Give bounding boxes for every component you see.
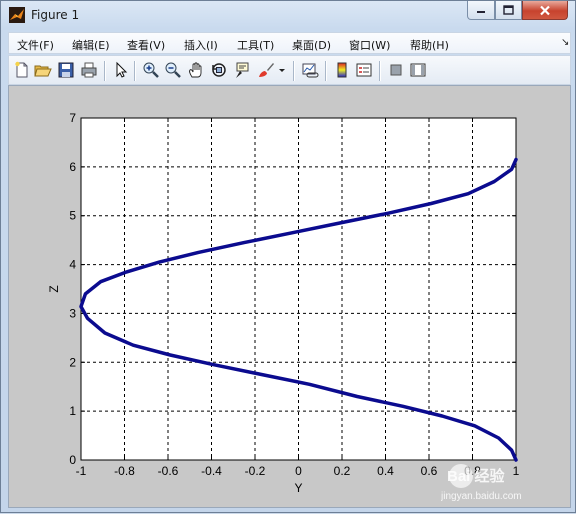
y-tick-label: 1 bbox=[69, 404, 76, 418]
x-tick-label: 0.4 bbox=[377, 464, 394, 478]
y-tick-label: 7 bbox=[69, 111, 76, 125]
baidu-watermark: Bai 经验 jingyan.baidu.com bbox=[441, 464, 522, 502]
x-tick-label: 0 bbox=[295, 464, 302, 478]
y-tick-labels: 0 1 2 3 4 5 6 7 bbox=[69, 111, 76, 467]
x-tick-label: -0.6 bbox=[158, 464, 179, 478]
x-tick-label: -0.2 bbox=[245, 464, 266, 478]
y-axis-label: Z bbox=[47, 285, 61, 292]
line-plot[interactable]: -1 -0.8 -0.6 -0.4 -0.2 0 0.2 0.4 0.6 0.8 1 0123456… bbox=[1, 1, 576, 514]
x-tick-label: 0.2 bbox=[334, 464, 351, 478]
x-tick-label: 0.6 bbox=[421, 464, 438, 478]
x-tick-label: -0.4 bbox=[201, 464, 222, 478]
watermark-text: Bai 经验 bbox=[447, 467, 506, 485]
y-tick-label: 4 bbox=[69, 258, 76, 272]
y-tick-label: 0 bbox=[69, 453, 76, 467]
y-tick-label: 5 bbox=[69, 209, 76, 223]
y-tick-label: 3 bbox=[69, 306, 76, 320]
watermark-subtext: jingyan.baidu.com bbox=[441, 491, 522, 502]
y-tick-label: 2 bbox=[69, 355, 76, 369]
x-tick-label: -0.8 bbox=[114, 464, 135, 478]
y-tick-label: 6 bbox=[69, 160, 76, 174]
x-axis-label: Y bbox=[294, 481, 302, 495]
figure-window: Figure 1 文件(F) 编辑(E) 查看(V) 插入(I) 工具(T) 桌… bbox=[0, 0, 576, 513]
x-tick-label: -1 bbox=[76, 464, 87, 478]
